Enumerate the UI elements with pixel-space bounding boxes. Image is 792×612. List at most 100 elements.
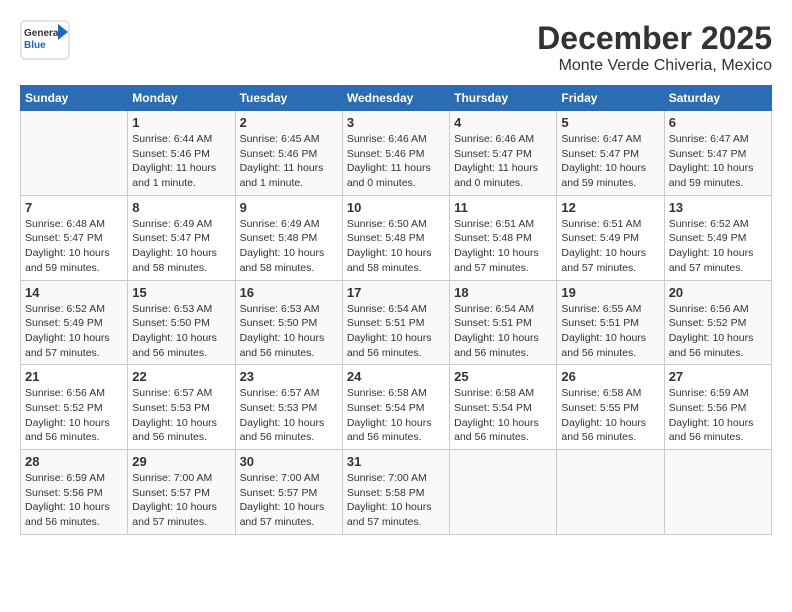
calendar-title: December 2025 (537, 20, 772, 57)
weekday-monday: Monday (128, 86, 235, 111)
day-info: Sunrise: 7:00 AMSunset: 5:57 PMDaylight:… (240, 471, 338, 530)
calendar-cell: 31 Sunrise: 7:00 AMSunset: 5:58 PMDayligh… (342, 450, 449, 535)
calendar-cell: 20 Sunrise: 6:56 AMSunset: 5:52 PMDayligh… (664, 280, 771, 365)
day-info: Sunrise: 6:52 AMSunset: 5:49 PMDaylight:… (25, 302, 123, 361)
day-info: Sunrise: 6:54 AMSunset: 5:51 PMDaylight:… (454, 302, 552, 361)
day-info: Sunrise: 6:54 AMSunset: 5:51 PMDaylight:… (347, 302, 445, 361)
calendar-cell: 12Sunrise: 6:51 AMSunset: 5:49 PMDayligh… (557, 195, 664, 280)
calendar-cell: 18 Sunrise: 6:54 AMSunset: 5:51 PMDayligh… (450, 280, 557, 365)
day-info: Sunrise: 6:47 AMSunset: 5:47 PMDaylight:… (561, 132, 659, 191)
calendar-cell: 22Sunrise: 6:57 AMSunset: 5:53 PMDayligh… (128, 365, 235, 450)
day-number: 17 (347, 285, 445, 300)
calendar-cell: 30 Sunrise: 7:00 AMSunset: 5:57 PMDayligh… (235, 450, 342, 535)
calendar-header: SundayMondayTuesdayWednesdayThursdayFrid… (21, 86, 772, 111)
day-info: Sunrise: 6:59 AMSunset: 5:56 PMDaylight:… (669, 386, 767, 445)
day-info: Sunrise: 6:46 AMSunset: 5:47 PMDaylight:… (454, 132, 552, 191)
calendar-cell: 14Sunrise: 6:52 AMSunset: 5:49 PMDayligh… (21, 280, 128, 365)
day-info: Sunrise: 6:49 AMSunset: 5:47 PMDaylight:… (132, 217, 230, 276)
day-number: 30 (240, 454, 338, 469)
calendar-cell: 25 Sunrise: 6:58 AMSunset: 5:54 PMDayligh… (450, 365, 557, 450)
calendar-cell: 23Sunrise: 6:57 AMSunset: 5:53 PMDayligh… (235, 365, 342, 450)
day-info: Sunrise: 6:55 AMSunset: 5:51 PMDaylight:… (561, 302, 659, 361)
calendar-cell: 6Sunrise: 6:47 AMSunset: 5:47 PMDaylight… (664, 111, 771, 196)
calendar-cell (557, 450, 664, 535)
day-info: Sunrise: 6:53 AMSunset: 5:50 PMDaylight:… (132, 302, 230, 361)
calendar-table: SundayMondayTuesdayWednesdayThursdayFrid… (20, 85, 772, 535)
day-number: 29 (132, 454, 230, 469)
day-number: 5 (561, 115, 659, 130)
day-info: Sunrise: 6:46 AMSunset: 5:46 PMDaylight:… (347, 132, 445, 191)
day-info: Sunrise: 7:00 AMSunset: 5:57 PMDaylight:… (132, 471, 230, 530)
calendar-cell (450, 450, 557, 535)
calendar-cell: 24 Sunrise: 6:58 AMSunset: 5:54 PMDayligh… (342, 365, 449, 450)
day-info: Sunrise: 6:44 AMSunset: 5:46 PMDaylight:… (132, 132, 230, 191)
calendar-cell: 16Sunrise: 6:53 AMSunset: 5:50 PMDayligh… (235, 280, 342, 365)
page-header: General Blue December 2025 Monte Verde C… (20, 20, 772, 75)
day-info: Sunrise: 7:00 AMSunset: 5:58 PMDaylight:… (347, 471, 445, 530)
day-number: 1 (132, 115, 230, 130)
week-row-4: 21 Sunrise: 6:56 AMSunset: 5:52 PMDayligh… (21, 365, 772, 450)
calendar-cell: 17 Sunrise: 6:54 AMSunset: 5:51 PMDayligh… (342, 280, 449, 365)
week-row-5: 28 Sunrise: 6:59 AMSunset: 5:56 PMDayligh… (21, 450, 772, 535)
calendar-cell (664, 450, 771, 535)
day-info: Sunrise: 6:47 AMSunset: 5:47 PMDaylight:… (669, 132, 767, 191)
day-info: Sunrise: 6:58 AMSunset: 5:54 PMDaylight:… (347, 386, 445, 445)
day-number: 9 (240, 200, 338, 215)
calendar-cell: 15 Sunrise: 6:53 AMSunset: 5:50 PMDayligh… (128, 280, 235, 365)
calendar-cell: 13 Sunrise: 6:52 AMSunset: 5:49 PMDayligh… (664, 195, 771, 280)
day-number: 31 (347, 454, 445, 469)
day-number: 8 (132, 200, 230, 215)
day-info: Sunrise: 6:45 AMSunset: 5:46 PMDaylight:… (240, 132, 338, 191)
svg-text:General: General (24, 28, 61, 39)
weekday-thursday: Thursday (450, 86, 557, 111)
day-number: 24 (347, 369, 445, 384)
calendar-cell: 26 Sunrise: 6:58 AMSunset: 5:55 PMDayligh… (557, 365, 664, 450)
day-number: 2 (240, 115, 338, 130)
day-info: Sunrise: 6:53 AMSunset: 5:50 PMDaylight:… (240, 302, 338, 361)
week-row-3: 14Sunrise: 6:52 AMSunset: 5:49 PMDayligh… (21, 280, 772, 365)
day-number: 4 (454, 115, 552, 130)
calendar-cell: 21 Sunrise: 6:56 AMSunset: 5:52 PMDayligh… (21, 365, 128, 450)
day-info: Sunrise: 6:48 AMSunset: 5:47 PMDaylight:… (25, 217, 123, 276)
calendar-cell: 7 Sunrise: 6:48 AMSunset: 5:47 PMDaylight… (21, 195, 128, 280)
calendar-cell (21, 111, 128, 196)
day-info: Sunrise: 6:49 AMSunset: 5:48 PMDaylight:… (240, 217, 338, 276)
day-number: 12 (561, 200, 659, 215)
day-info: Sunrise: 6:58 AMSunset: 5:55 PMDaylight:… (561, 386, 659, 445)
day-number: 15 (132, 285, 230, 300)
calendar-cell: 10Sunrise: 6:50 AMSunset: 5:48 PMDayligh… (342, 195, 449, 280)
weekday-friday: Friday (557, 86, 664, 111)
calendar-subtitle: Monte Verde Chiveria, Mexico (537, 57, 772, 75)
day-number: 7 (25, 200, 123, 215)
week-row-2: 7 Sunrise: 6:48 AMSunset: 5:47 PMDaylight… (21, 195, 772, 280)
calendar-cell: 27Sunrise: 6:59 AMSunset: 5:56 PMDayligh… (664, 365, 771, 450)
day-number: 28 (25, 454, 123, 469)
day-number: 23 (240, 369, 338, 384)
day-number: 19 (561, 285, 659, 300)
day-number: 20 (669, 285, 767, 300)
day-number: 25 (454, 369, 552, 384)
logo-svg: General Blue (20, 20, 70, 60)
day-number: 11 (454, 200, 552, 215)
day-info: Sunrise: 6:58 AMSunset: 5:54 PMDaylight:… (454, 386, 552, 445)
day-number: 13 (669, 200, 767, 215)
svg-text:Blue: Blue (24, 40, 46, 51)
weekday-saturday: Saturday (664, 86, 771, 111)
day-info: Sunrise: 6:52 AMSunset: 5:49 PMDaylight:… (669, 217, 767, 276)
day-info: Sunrise: 6:56 AMSunset: 5:52 PMDaylight:… (669, 302, 767, 361)
day-number: 22 (132, 369, 230, 384)
week-row-1: 1 Sunrise: 6:44 AMSunset: 5:46 PMDaylight… (21, 111, 772, 196)
calendar-cell: 9 Sunrise: 6:49 AMSunset: 5:48 PMDaylight… (235, 195, 342, 280)
day-info: Sunrise: 6:51 AMSunset: 5:48 PMDaylight:… (454, 217, 552, 276)
day-number: 21 (25, 369, 123, 384)
weekday-tuesday: Tuesday (235, 86, 342, 111)
title-block: December 2025 Monte Verde Chiveria, Mexi… (537, 20, 772, 75)
calendar-cell: 11 Sunrise: 6:51 AMSunset: 5:48 PMDayligh… (450, 195, 557, 280)
weekday-header-row: SundayMondayTuesdayWednesdayThursdayFrid… (21, 86, 772, 111)
day-number: 18 (454, 285, 552, 300)
day-info: Sunrise: 6:59 AMSunset: 5:56 PMDaylight:… (25, 471, 123, 530)
calendar-cell: 8 Sunrise: 6:49 AMSunset: 5:47 PMDaylight… (128, 195, 235, 280)
day-number: 26 (561, 369, 659, 384)
day-info: Sunrise: 6:56 AMSunset: 5:52 PMDaylight:… (25, 386, 123, 445)
logo: General Blue (20, 20, 70, 60)
